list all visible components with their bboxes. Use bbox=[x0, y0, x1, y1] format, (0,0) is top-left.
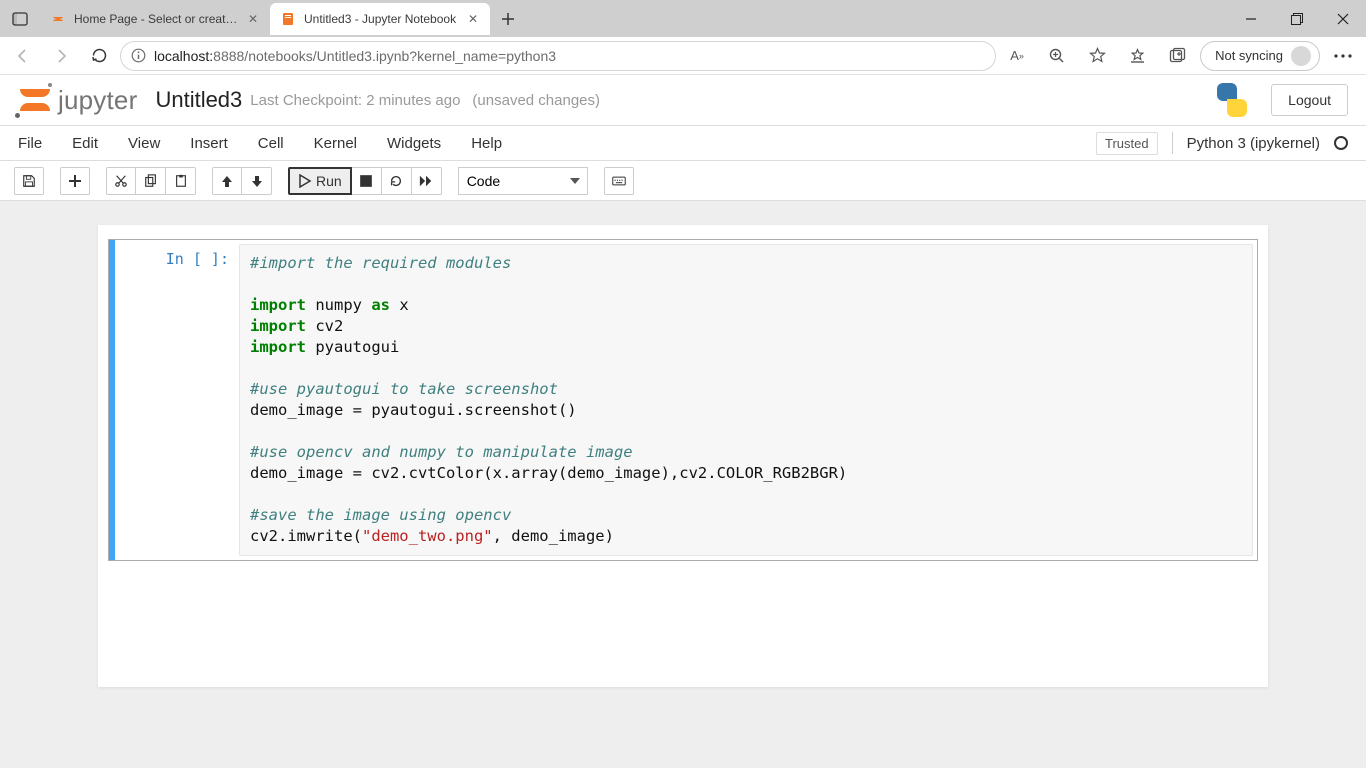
menu-file[interactable]: File bbox=[18, 135, 42, 152]
url-host: localhost: bbox=[154, 48, 213, 64]
kernel-name[interactable]: Python 3 (ipykernel) bbox=[1187, 135, 1320, 152]
cell-prompt: In [ ]: bbox=[109, 240, 239, 560]
close-tab-icon[interactable]: ✕ bbox=[466, 12, 480, 26]
collections-icon[interactable] bbox=[1160, 41, 1194, 71]
site-info-icon[interactable] bbox=[131, 48, 146, 63]
jupyter-logo[interactable]: jupyter bbox=[18, 85, 137, 116]
url-path: 8888/notebooks/Untitled3.ipynb?kernel_na… bbox=[213, 48, 556, 64]
menu-cell[interactable]: Cell bbox=[258, 135, 284, 152]
url-input[interactable]: localhost:8888/notebooks/Untitled3.ipynb… bbox=[120, 41, 996, 71]
checkpoint-label: Last Checkpoint: 2 minutes ago bbox=[250, 92, 460, 109]
tab-actions-icon[interactable] bbox=[6, 5, 34, 33]
notebook-title[interactable]: Untitled3 bbox=[155, 87, 242, 113]
jupyter-icon bbox=[18, 85, 52, 115]
browser-tabs: Home Page - Select or create a n✕Untitle… bbox=[40, 0, 490, 37]
sync-label: Not syncing bbox=[1215, 48, 1283, 63]
cut-button[interactable] bbox=[106, 167, 136, 195]
code-cell[interactable]: In [ ]: #import the required modules imp… bbox=[108, 239, 1258, 561]
menu-view[interactable]: View bbox=[128, 135, 160, 152]
command-palette-button[interactable] bbox=[604, 167, 634, 195]
new-tab-button[interactable] bbox=[494, 5, 522, 33]
tab-title: Home Page - Select or create a n bbox=[74, 12, 238, 26]
move-down-button[interactable] bbox=[242, 167, 272, 195]
trusted-badge[interactable]: Trusted bbox=[1096, 132, 1158, 155]
cell-type-select[interactable]: Code bbox=[458, 167, 588, 195]
notebook-header: jupyter Untitled3 Last Checkpoint: 2 min… bbox=[0, 75, 1366, 125]
menu-edit[interactable]: Edit bbox=[72, 135, 98, 152]
menu-insert[interactable]: Insert bbox=[190, 135, 228, 152]
address-bar-row: localhost:8888/notebooks/Untitled3.ipynb… bbox=[0, 37, 1366, 75]
menubar: FileEditViewInsertCellKernelWidgetsHelp … bbox=[0, 125, 1366, 161]
refresh-button[interactable] bbox=[82, 41, 116, 71]
avatar-icon bbox=[1291, 46, 1311, 66]
zoom-icon[interactable] bbox=[1040, 41, 1074, 71]
profile-sync-button[interactable]: Not syncing bbox=[1200, 41, 1320, 71]
favorites-icon[interactable] bbox=[1080, 41, 1114, 71]
maximize-button[interactable] bbox=[1274, 0, 1320, 37]
save-button[interactable] bbox=[14, 167, 44, 195]
menu-widgets[interactable]: Widgets bbox=[387, 135, 441, 152]
code-input[interactable]: #import the required modules import nump… bbox=[239, 244, 1253, 556]
restart-run-all-button[interactable] bbox=[412, 167, 442, 195]
browser-tab[interactable]: Home Page - Select or create a n ✕ bbox=[40, 3, 270, 35]
back-button[interactable] bbox=[6, 41, 40, 71]
interrupt-button[interactable] bbox=[352, 167, 382, 195]
tab-title: Untitled3 - Jupyter Notebook bbox=[304, 12, 458, 26]
add-cell-button[interactable] bbox=[60, 167, 90, 195]
move-up-button[interactable] bbox=[212, 167, 242, 195]
close-window-button[interactable] bbox=[1320, 0, 1366, 37]
run-button[interactable]: Run bbox=[288, 167, 352, 195]
forward-button[interactable] bbox=[44, 41, 78, 71]
toolbar: Run Code bbox=[0, 161, 1366, 201]
browser-tab[interactable]: Untitled3 - Jupyter Notebook ✕ bbox=[270, 3, 490, 35]
minimize-button[interactable] bbox=[1228, 0, 1274, 37]
run-label: Run bbox=[316, 173, 342, 189]
menu-kernel[interactable]: Kernel bbox=[314, 135, 357, 152]
separator bbox=[1172, 132, 1173, 154]
favorites-bar-icon[interactable] bbox=[1120, 41, 1154, 71]
paste-button[interactable] bbox=[166, 167, 196, 195]
browser-titlebar: Home Page - Select or create a n✕Untitle… bbox=[0, 0, 1366, 37]
kernel-indicator-icon bbox=[1334, 136, 1348, 150]
notebook-favicon-icon bbox=[280, 11, 296, 27]
read-aloud-icon[interactable]: A» bbox=[1000, 41, 1034, 71]
notebook-canvas[interactable]: In [ ]: #import the required modules imp… bbox=[0, 201, 1366, 768]
notebook-paper: In [ ]: #import the required modules imp… bbox=[98, 225, 1268, 687]
jupyter-word: jupyter bbox=[58, 85, 137, 116]
unsaved-label: (unsaved changes) bbox=[472, 92, 600, 109]
menu-help[interactable]: Help bbox=[471, 135, 502, 152]
close-tab-icon[interactable]: ✕ bbox=[246, 12, 260, 26]
more-menu-icon[interactable] bbox=[1326, 41, 1360, 71]
logout-button[interactable]: Logout bbox=[1271, 84, 1348, 116]
copy-button[interactable] bbox=[136, 167, 166, 195]
restart-button[interactable] bbox=[382, 167, 412, 195]
jupyter-favicon-icon bbox=[50, 11, 66, 27]
python-icon bbox=[1215, 83, 1249, 117]
